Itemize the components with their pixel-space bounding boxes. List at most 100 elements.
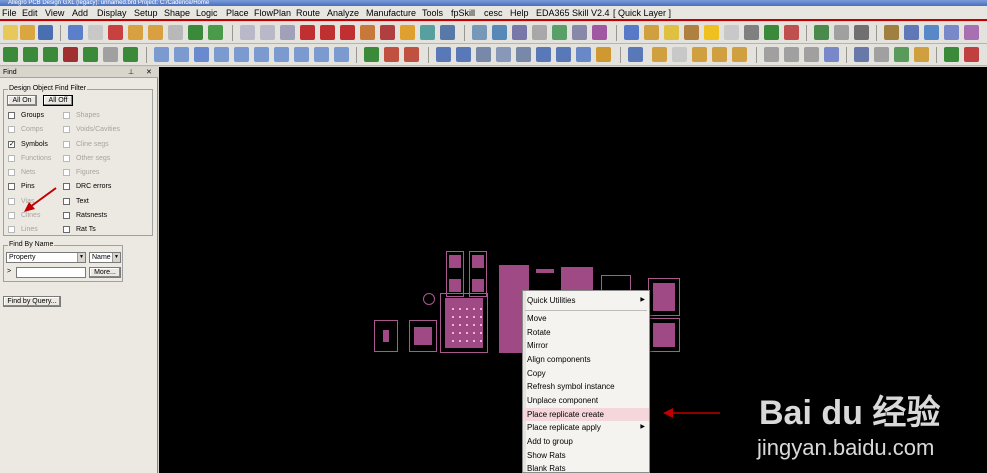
menu-view[interactable]: View	[45, 7, 64, 19]
route-icon-2[interactable]	[652, 47, 667, 62]
toolbar-icon-e[interactable]	[904, 25, 919, 40]
filter-clines-checkbox[interactable]	[8, 211, 15, 219]
ctx-add-to-group[interactable]: Add to group	[523, 435, 649, 448]
all-on-button[interactable]: All On	[7, 95, 37, 106]
menu-fpskill[interactable]: fpSkill	[451, 7, 475, 19]
filter-functions-checkbox[interactable]	[8, 154, 15, 162]
ctx-copy[interactable]: Copy	[523, 367, 649, 380]
grid-icon[interactable]	[240, 25, 255, 40]
filter-drc-errors[interactable]: DRC errors	[63, 181, 111, 191]
filter-lines[interactable]: Lines	[8, 224, 38, 234]
filter-text-checkbox[interactable]	[63, 197, 70, 205]
spreadsheet-icon[interactable]	[814, 25, 829, 40]
menu-display[interactable]: Display	[97, 7, 127, 19]
color-icon[interactable]	[420, 25, 435, 40]
save-icon[interactable]	[38, 25, 53, 40]
hammer-icon[interactable]	[724, 25, 739, 40]
all-off-button[interactable]: All Off	[43, 95, 73, 106]
ctx-show-rats[interactable]: Show Rats	[523, 449, 649, 462]
zoom-in-icon[interactable]	[300, 25, 315, 40]
route-icon-6[interactable]	[732, 47, 747, 62]
align-icon-1[interactable]	[154, 47, 169, 62]
view-icon-2[interactable]	[784, 47, 799, 62]
delete-icon[interactable]	[108, 25, 123, 40]
menu-place[interactable]: Place	[226, 7, 249, 19]
view-icon-1[interactable]	[764, 47, 779, 62]
toolbar-icon-g[interactable]	[944, 25, 959, 40]
ctx-quick-utilities[interactable]: Quick Utilities ▶	[523, 294, 649, 307]
fanout-icon-2[interactable]	[456, 47, 471, 62]
menu-add[interactable]: Add	[72, 7, 88, 19]
filter-cline-segs[interactable]: Cline segs	[63, 139, 109, 149]
spacing-icon-1[interactable]	[364, 47, 379, 62]
filter-rat-ts-checkbox[interactable]	[63, 225, 70, 233]
place-icon-3[interactable]	[43, 47, 58, 62]
filter-groups-checkbox[interactable]	[8, 111, 15, 119]
filter-drc-errors-checkbox[interactable]	[63, 182, 70, 190]
align-icon-2[interactable]	[174, 47, 189, 62]
menu-manufacture[interactable]: Manufacture	[366, 7, 416, 19]
fill-icon[interactable]	[552, 25, 567, 40]
pin-icon[interactable]: ⊥	[128, 67, 134, 78]
spacing-icon-3[interactable]	[404, 47, 419, 62]
filter-nets-checkbox[interactable]	[8, 168, 15, 176]
fanout-icon-6[interactable]	[536, 47, 551, 62]
ctx-unplace-component[interactable]: Unplace component	[523, 394, 649, 407]
menu-file[interactable]: File	[2, 7, 17, 19]
report-icon[interactable]	[592, 25, 607, 40]
ctx-refresh-symbol-instance[interactable]: Refresh symbol instance	[523, 380, 649, 393]
filter-voids-cavities[interactable]: Voids/Cavities	[63, 124, 120, 134]
route-icon-3[interactable]	[672, 47, 687, 62]
fanout-icon-5[interactable]	[516, 47, 531, 62]
edit-icon-4[interactable]	[914, 47, 929, 62]
move-icon[interactable]	[68, 25, 83, 40]
zoom-fit-icon[interactable]	[260, 25, 275, 40]
place-icon-4[interactable]	[63, 47, 78, 62]
zoom-out-icon[interactable]	[320, 25, 335, 40]
filter-comps[interactable]: Comps	[8, 124, 43, 134]
pin-icon[interactable]	[208, 25, 223, 40]
zoom-window-icon[interactable]	[280, 25, 295, 40]
new-file-icon[interactable]	[3, 25, 18, 40]
filter-other-segs-checkbox[interactable]	[63, 154, 70, 162]
align-icon-3[interactable]	[194, 47, 209, 62]
ctx-align-components[interactable]: Align components	[523, 353, 649, 366]
highlight-icon[interactable]	[664, 25, 679, 40]
edit-icon-2[interactable]	[874, 47, 889, 62]
filter-comps-checkbox[interactable]	[8, 125, 15, 133]
show-rats-icon[interactable]	[492, 25, 507, 40]
view-icon-4[interactable]	[824, 47, 839, 62]
menu-flowplan[interactable]: FlowPlan	[254, 7, 291, 19]
menu-analyze[interactable]: Analyze	[327, 7, 359, 19]
ctx-move[interactable]: Move	[523, 312, 649, 325]
open-folder-icon[interactable]	[20, 25, 35, 40]
fanout-icon-7[interactable]	[556, 47, 571, 62]
filter-symbols-checkbox[interactable]: ✓	[8, 140, 15, 148]
menu-shape[interactable]: Shape	[164, 7, 190, 19]
filter-cline-segs-checkbox[interactable]	[63, 140, 70, 148]
edit-icon-5[interactable]	[944, 47, 959, 62]
filter-shapes-checkbox[interactable]	[63, 111, 70, 119]
menu-help[interactable]: Help	[510, 7, 529, 19]
layers-icon[interactable]	[440, 25, 455, 40]
redo-icon[interactable]	[148, 25, 163, 40]
rotate-icon[interactable]	[168, 25, 183, 40]
undo-icon[interactable]	[128, 25, 143, 40]
edit-icon-3[interactable]	[894, 47, 909, 62]
align-icon-10[interactable]	[334, 47, 349, 62]
filter-text[interactable]: Text	[63, 196, 89, 206]
ctx-rotate[interactable]: Rotate	[523, 326, 649, 339]
toolbar-icon-a[interactable]	[744, 25, 759, 40]
route-icon-5[interactable]	[712, 47, 727, 62]
route-icon-4[interactable]	[692, 47, 707, 62]
ctx-place-replicate-create[interactable]: Place replicate create	[523, 408, 649, 421]
filter-rat-ts[interactable]: Rat Ts	[63, 224, 96, 234]
filter-figures-checkbox[interactable]	[63, 168, 70, 176]
view-icon-3[interactable]	[804, 47, 819, 62]
clip-icon[interactable]	[834, 25, 849, 40]
align-icon-5[interactable]	[234, 47, 249, 62]
align-icon-8[interactable]	[294, 47, 309, 62]
menu-route[interactable]: Route	[296, 7, 320, 19]
filter-pins-checkbox[interactable]	[8, 182, 15, 190]
place-icon-1[interactable]	[3, 47, 18, 62]
